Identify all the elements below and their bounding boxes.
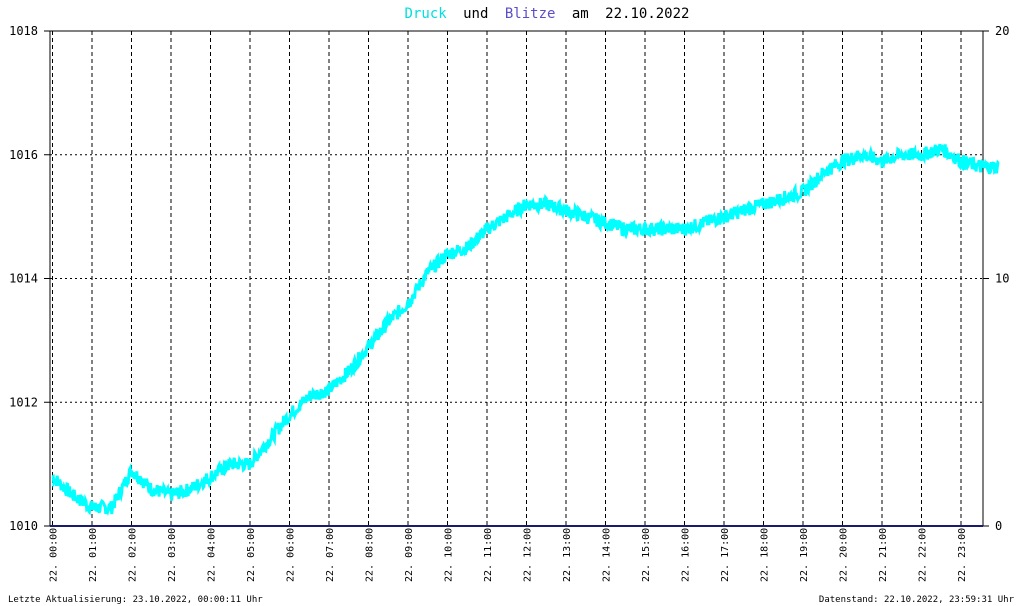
- x-tick-label: 22. 00:00: [49, 528, 60, 582]
- x-tick-label: 22. 02:00: [128, 528, 139, 582]
- title-connector2: am: [572, 6, 589, 22]
- title-series1: Druck: [405, 6, 448, 22]
- title-date: 22.10.2022: [605, 6, 689, 22]
- series-druck-line: [51, 143, 1000, 517]
- series-marks: [50, 143, 1000, 527]
- pressure-lightning-chart: Druck und Blitze am 22.10.2022 22. 00:00…: [8, 6, 1015, 605]
- x-tick-label: 22. 03:00: [167, 528, 178, 582]
- x-tick-label: 22. 22:00: [918, 528, 929, 582]
- x-tick-label: 22. 13:00: [562, 528, 573, 582]
- x-tick-label: 22. 12:00: [523, 528, 534, 582]
- x-tick-label: 22. 19:00: [799, 528, 810, 582]
- y-left-tick-label: 1010: [9, 519, 38, 533]
- x-tick-label: 22. 11:00: [483, 528, 494, 582]
- y-left-tick-label: 1014: [9, 272, 38, 286]
- x-tick-label: 22. 08:00: [365, 528, 376, 582]
- x-tick-label: 22. 17:00: [720, 528, 731, 582]
- x-tick-labels: 22. 00:00 22. 01:00 22. 02:00 22. 03:00 22. …: [49, 528, 969, 582]
- title-series2: Blitze: [505, 6, 556, 22]
- x-tick-label: 22. 05:00: [246, 528, 257, 582]
- y-left-tick-label: 1018: [9, 24, 38, 38]
- y-right-tick-label: 0: [995, 519, 1002, 533]
- x-tick-label: 22. 07:00: [325, 528, 336, 582]
- x-tick-label: 22. 14:00: [602, 528, 613, 582]
- footer-data-state: Datenstand: 22.10.2022, 23:59:31 Uhr: [819, 595, 1015, 605]
- x-tick-label: 22. 18:00: [760, 528, 771, 582]
- footer-last-update: Letzte Aktualisierung: 23.10.2022, 00:00…: [8, 595, 263, 605]
- x-tick-label: 22. 23:00: [957, 528, 968, 582]
- y-right-tick-label: 10: [995, 272, 1009, 286]
- chart-title: Druck und Blitze am 22.10.2022: [405, 6, 690, 22]
- x-tick-label: 22. 15:00: [641, 528, 652, 582]
- y-tick-labels: 1010 1012 1014 1016 1018 0 10 20: [9, 24, 1009, 533]
- title-connector1: und: [463, 6, 488, 22]
- y-left-tick-label: 1012: [9, 395, 38, 409]
- y-right-tick-label: 20: [995, 24, 1009, 38]
- y-left-tick-label: 1016: [9, 148, 38, 162]
- x-tick-label: 22. 16:00: [681, 528, 692, 582]
- x-tick-label: 22. 09:00: [404, 528, 415, 582]
- x-tick-label: 22. 04:00: [207, 528, 218, 582]
- x-tick-label: 22. 21:00: [878, 528, 889, 582]
- grid: [50, 30, 983, 527]
- x-tick-label: 22. 10:00: [444, 528, 455, 582]
- x-tick-label: 22. 20:00: [839, 528, 850, 582]
- x-tick-label: 22. 01:00: [88, 528, 99, 582]
- x-tick-label: 22. 06:00: [286, 528, 297, 582]
